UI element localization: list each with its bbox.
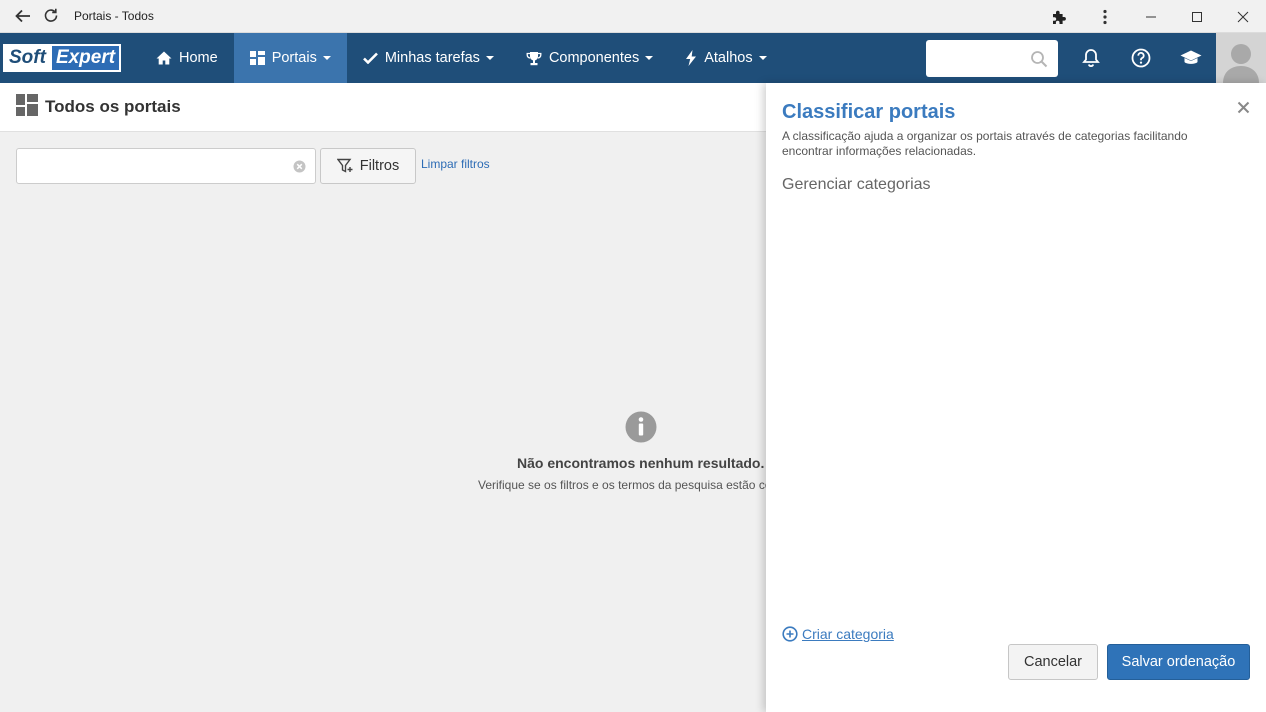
avatar[interactable] xyxy=(1216,33,1266,83)
portals-icon xyxy=(249,51,265,65)
reload-icon[interactable] xyxy=(38,3,64,29)
browser-tab-title: Portais - Todos xyxy=(74,9,154,23)
chevron-down-icon xyxy=(485,56,494,60)
filter-icon xyxy=(336,158,354,174)
trophy-icon xyxy=(526,51,542,66)
nav-componentes-label: Componentes xyxy=(548,50,640,66)
nav-portais[interactable]: Portais xyxy=(233,33,347,83)
search-icon[interactable] xyxy=(1030,50,1048,73)
home-icon xyxy=(156,51,172,65)
notifications-bell-icon[interactable] xyxy=(1066,33,1116,83)
main-navbar: Soft Expert Home Portais Minhas tarefas … xyxy=(0,33,1266,83)
clear-filters-link[interactable]: Limpar filtros xyxy=(421,157,490,171)
empty-state-hint: Verifique se os filtros e os termos da p… xyxy=(478,478,766,492)
panel-description: A classificação ajuda a organizar os por… xyxy=(782,129,1188,158)
nav-componentes[interactable]: Componentes xyxy=(510,33,669,83)
nav-portais-label: Portais xyxy=(271,50,317,66)
chevron-down-icon xyxy=(322,56,331,60)
cancel-button[interactable]: Cancelar xyxy=(1008,644,1098,680)
graduation-cap-icon[interactable] xyxy=(1166,33,1216,83)
filters-button-label: Filtros xyxy=(359,158,400,174)
minimize-icon[interactable] xyxy=(1128,0,1174,33)
chevron-down-icon xyxy=(758,56,767,60)
nav-minhas-tarefas[interactable]: Minhas tarefas xyxy=(347,33,510,83)
back-arrow-icon[interactable] xyxy=(10,3,36,29)
portal-search-input[interactable] xyxy=(16,148,316,184)
save-order-button[interactable]: Salvar ordenação xyxy=(1107,644,1250,680)
more-vertical-icon[interactable] xyxy=(1082,0,1128,33)
manage-categories-label: Gerenciar categorias xyxy=(782,176,931,193)
maximize-icon[interactable] xyxy=(1174,0,1220,33)
info-icon xyxy=(625,411,657,448)
browser-titlebar: Portais - Todos xyxy=(0,0,1266,33)
softexpert-logo[interactable]: Soft Expert xyxy=(0,33,140,83)
global-search-input[interactable] xyxy=(926,39,1058,77)
extensions-puzzle-icon[interactable] xyxy=(1036,0,1082,33)
page-title: Todos os portais xyxy=(45,97,181,116)
page-header: Todos os portais xyxy=(0,83,766,132)
help-icon[interactable] xyxy=(1116,33,1166,83)
create-category-link[interactable]: Criar categoria xyxy=(782,626,894,642)
clear-search-icon[interactable] xyxy=(293,160,306,178)
check-icon xyxy=(362,52,378,64)
bolt-icon xyxy=(685,50,697,66)
nav-atalhos[interactable]: Atalhos xyxy=(669,33,782,83)
dashboard-grid-icon xyxy=(16,93,38,121)
window-close-icon[interactable] xyxy=(1220,0,1266,33)
chevron-down-icon xyxy=(645,56,654,60)
create-category-label: Criar categoria xyxy=(802,626,894,642)
nav-home-label: Home xyxy=(179,50,218,66)
nav-minhas-tarefas-label: Minhas tarefas xyxy=(384,50,480,66)
empty-state-message: Não encontramos nenhum resultado. xyxy=(517,455,765,471)
classify-portals-panel: Classificar portais A classificação ajud… xyxy=(766,83,1266,712)
logo-expert-text: Expert xyxy=(51,44,122,72)
close-icon[interactable] xyxy=(1237,101,1250,119)
logo-soft-text: Soft xyxy=(3,44,52,72)
panel-title: Classificar portais xyxy=(782,101,956,123)
empty-state: Não encontramos nenhum resultado. Verifi… xyxy=(474,411,766,501)
nav-home[interactable]: Home xyxy=(140,33,234,83)
nav-atalhos-label: Atalhos xyxy=(704,50,753,66)
filters-button[interactable]: Filtros xyxy=(320,148,416,184)
plus-circle-icon xyxy=(782,626,798,642)
